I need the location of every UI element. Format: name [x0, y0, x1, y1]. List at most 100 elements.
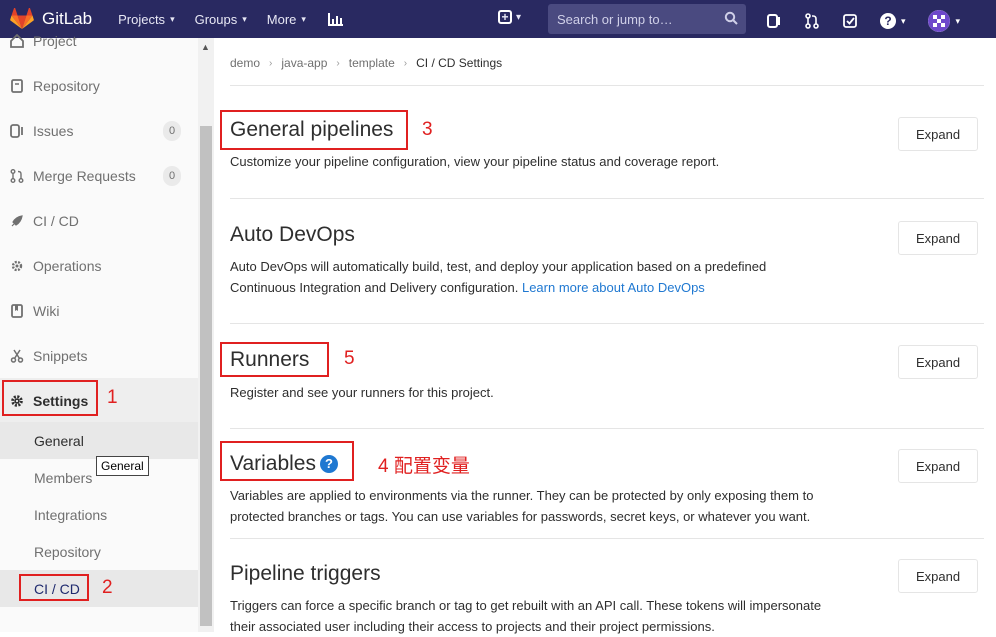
avatar: [927, 10, 950, 32]
expand-general-pipelines-button[interactable]: Expand: [898, 117, 978, 151]
chevron-right-icon: ›: [336, 57, 340, 69]
rocket-icon: [11, 214, 23, 226]
breadcrumb-java-app[interactable]: java-app: [281, 56, 327, 70]
sidebar-subitem-integrations[interactable]: Integrations: [0, 496, 198, 533]
section-description: Variables are applied to environments vi…: [230, 485, 870, 527]
sidebar-item-label: CI / CD: [33, 212, 79, 229]
chevron-right-icon: ›: [403, 57, 408, 69]
sidebar-item-wiki[interactable]: Wiki: [0, 288, 198, 333]
breadcrumb-template[interactable]: template: [349, 56, 395, 70]
sidebar-item-label: Project: [33, 32, 77, 49]
sidebar-item-ci-cd[interactable]: CI / CD: [0, 198, 198, 243]
wiki-icon: [11, 303, 23, 318]
annotation-box-general-pipelines: [220, 110, 408, 150]
home-icon: [10, 33, 24, 48]
issues-icon[interactable]: [766, 13, 782, 29]
breadcrumb-current[interactable]: CI / CD Settings: [416, 56, 502, 70]
cloud-gear-icon: [11, 260, 23, 271]
sidebar-item-operations[interactable]: Operations: [0, 243, 198, 288]
learn-more-auto-devops-link[interactable]: Learn more about Auto DevOps: [522, 280, 705, 295]
nav-more[interactable]: More ▾: [267, 12, 306, 27]
section-pipeline-triggers: Pipeline triggers Triggers can force a s…: [230, 558, 984, 634]
sidebar-subitem-label: Repository: [34, 543, 101, 560]
annotation-box-ci-cd: [19, 574, 89, 601]
avatar-pattern-icon: [927, 10, 950, 32]
new-item-dropdown[interactable]: + ▾: [498, 10, 521, 24]
description-line: Continuous Integration and Delivery conf…: [230, 280, 519, 295]
issues-icon: [10, 123, 23, 138]
nav-groups[interactable]: Groups ▾: [195, 12, 247, 27]
section-description: Register and see your runners for this p…: [230, 385, 494, 400]
help-dropdown[interactable]: ? ▾: [880, 13, 906, 29]
sidebar-item-label: Repository: [33, 77, 100, 94]
plus-icon: +: [498, 10, 512, 24]
expand-pipeline-triggers-button[interactable]: Expand: [898, 559, 978, 593]
annotation-number-2: 2: [102, 577, 113, 598]
sidebar-item-label: Merge Requests: [33, 167, 136, 184]
annotation-box-runners: [220, 342, 329, 377]
chevron-down-icon: ▾: [301, 13, 306, 24]
expand-auto-devops-button[interactable]: Expand: [898, 221, 978, 255]
sidebar-subitem-label: General: [34, 432, 84, 449]
merge-request-icon: [10, 168, 24, 183]
description-line: Auto DevOps will automatically build, te…: [230, 259, 767, 274]
annotation-number-3: 3: [422, 119, 433, 140]
todo-checkbox-icon[interactable]: [842, 13, 858, 29]
expand-variables-button[interactable]: Expand: [898, 449, 978, 483]
sidebar-item-label: Operations: [33, 257, 102, 274]
section-title: Auto DevOps: [230, 223, 355, 246]
expand-runners-button[interactable]: Expand: [898, 345, 978, 379]
merge-request-icon[interactable]: [804, 13, 820, 29]
tooltip: General: [96, 456, 149, 476]
sidebar-scrollbar[interactable]: ▲: [198, 38, 214, 632]
annotation-number-4: 4 配置变量: [378, 456, 470, 477]
sidebar-item-label: Wiki: [33, 302, 60, 319]
sidebar-subitem-general[interactable]: General: [0, 422, 198, 459]
chevron-right-icon: ›: [269, 57, 273, 69]
breadcrumb-demo[interactable]: demo: [230, 56, 260, 70]
section-description: Triggers can force a specific branch or …: [230, 595, 870, 637]
annotation-box-variables: [220, 441, 354, 481]
sidebar-item-issues[interactable]: Issues 0: [0, 108, 198, 153]
chevron-down-icon: ▾: [955, 15, 961, 26]
description-line: Variables are applied to environments vi…: [230, 488, 814, 503]
description-line: protected branches or tags. You can use …: [230, 509, 811, 524]
sidebar-item-snippets[interactable]: Snippets: [0, 333, 198, 378]
activity-chart-icon[interactable]: [327, 12, 344, 26]
book-icon: [11, 78, 23, 93]
merge-requests-count-badge: 0: [163, 165, 181, 186]
chevron-down-icon: ▾: [516, 11, 522, 23]
user-menu[interactable]: ▾: [927, 10, 961, 32]
sidebar-item-label: Issues: [33, 122, 74, 139]
divider: [230, 198, 984, 199]
sidebar-item-merge-requests[interactable]: Merge Requests 0: [0, 153, 198, 198]
sidebar-subitem-repository[interactable]: Repository: [0, 533, 198, 570]
scrollbar-thumb[interactable]: [200, 126, 212, 626]
breadcrumb: demo › java-app › template › CI / CD Set…: [230, 56, 502, 70]
search-icon: [724, 11, 738, 25]
scroll-up-arrow-icon[interactable]: ▲: [201, 42, 210, 52]
nav-groups-label: Groups: [194, 11, 238, 27]
section-auto-devops: Auto DevOps Auto DevOps will automatical…: [230, 218, 984, 324]
sidebar-subitem-label: Integrations: [34, 506, 108, 523]
description-line: Triggers can force a specific branch or …: [230, 598, 822, 613]
question-icon: ?: [880, 13, 896, 29]
divider: [230, 85, 984, 86]
project-sidebar: Project Repository Issues 0 Merge Reques…: [0, 33, 214, 632]
nav-more-label: More: [266, 11, 297, 27]
annotation-box-settings: [2, 380, 98, 416]
chevron-down-icon: ▾: [901, 15, 906, 26]
top-right-icons: ? ▾ ▾: [766, 10, 960, 32]
divider: [230, 538, 984, 539]
sidebar-item-project[interactable]: Project: [0, 18, 198, 63]
section-description: Auto DevOps will automatically build, te…: [230, 256, 870, 298]
scissors-icon: [10, 349, 24, 363]
divider: [230, 323, 984, 324]
search-box[interactable]: [548, 4, 746, 34]
annotation-number-5: 5: [344, 348, 355, 369]
annotation-number-1: 1: [107, 387, 118, 408]
sidebar-item-repository[interactable]: Repository: [0, 63, 198, 108]
section-description: Customize your pipeline configuration, v…: [230, 154, 720, 169]
search-input[interactable]: [557, 11, 717, 27]
divider: [230, 428, 984, 429]
